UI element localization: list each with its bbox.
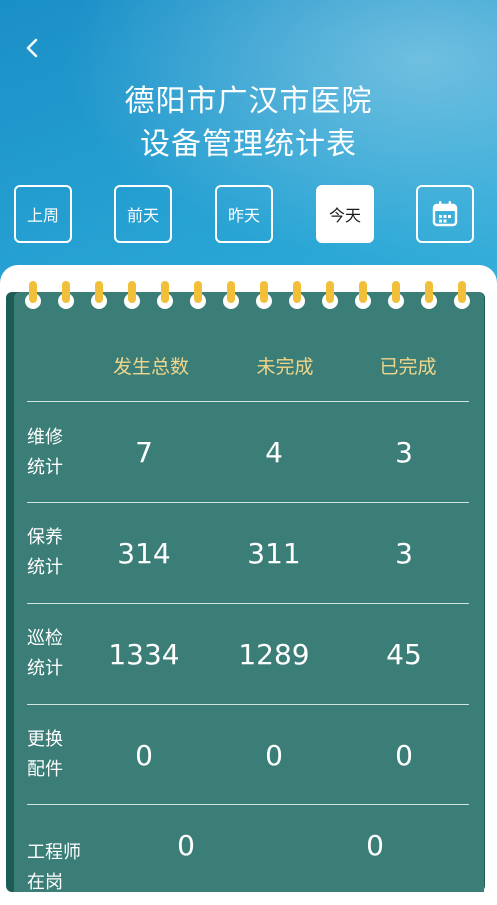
repair-total: 7: [135, 436, 153, 469]
spiral-ring: [289, 281, 305, 311]
row-label-parts: 更换 配件: [27, 725, 87, 785]
row-label-line: 在岗: [27, 872, 63, 893]
tab-yesterday[interactable]: 昨天: [215, 185, 273, 243]
row-label-line: 配件: [27, 759, 63, 780]
calendar-icon: [432, 201, 458, 227]
row-label-line: 保养: [27, 527, 63, 548]
spiral-ring: [223, 281, 239, 311]
row-label-engineer: 工程师 在岗: [27, 838, 87, 898]
row-label-line: 工程师: [27, 842, 81, 863]
spiral-ring: [388, 281, 404, 311]
repair-complete: 3: [395, 436, 413, 469]
inspection-incomplete: 1289: [238, 638, 310, 671]
inspection-complete: 45: [386, 638, 422, 671]
repair-incomplete: 4: [265, 436, 283, 469]
stats-card: [14, 292, 484, 892]
row-label-line: 统计: [27, 457, 63, 478]
engineer-value-b: 0: [366, 829, 384, 862]
maintenance-complete: 3: [395, 537, 413, 570]
column-header-total: 发生总数: [112, 356, 189, 378]
spiral-ring: [190, 281, 206, 311]
spiral-ring: [157, 281, 173, 311]
spiral-ring: [124, 281, 140, 311]
column-header-complete: 已完成: [379, 356, 437, 378]
column-header-incomplete: 未完成: [256, 356, 314, 378]
row-divider: [27, 502, 469, 503]
tab-last-week[interactable]: 上周: [14, 185, 72, 243]
maintenance-total: 314: [117, 537, 171, 570]
row-label-line: 统计: [27, 658, 63, 679]
row-label-maintenance: 保养 统计: [27, 523, 87, 583]
row-divider: [27, 804, 469, 805]
spiral-ring: [355, 281, 371, 311]
spiral-ring: [91, 281, 107, 311]
spiral-ring: [58, 281, 74, 311]
maintenance-incomplete: 311: [247, 537, 301, 570]
engineer-value-a: 0: [177, 829, 195, 862]
spiral-ring: [322, 281, 338, 311]
parts-total: 0: [135, 739, 153, 772]
row-label-line: 统计: [27, 557, 63, 578]
row-label-line: 巡检: [27, 628, 63, 649]
page-title-line1: 德阳市广汉市医院: [124, 84, 373, 119]
parts-incomplete: 0: [265, 739, 283, 772]
row-label-line: 更换: [27, 729, 63, 750]
row-label-inspection: 巡检 统计: [27, 624, 87, 684]
row-divider: [27, 401, 469, 402]
row-divider: [27, 704, 469, 705]
row-label-line: 维修: [27, 427, 63, 448]
spiral-ring: [25, 281, 41, 311]
spiral-ring: [256, 281, 272, 311]
row-label-repair: 维修 统计: [27, 423, 87, 483]
spiral-ring: [421, 281, 437, 311]
chevron-left-icon: [26, 38, 38, 58]
back-button[interactable]: [22, 34, 46, 64]
tab-today[interactable]: 今天: [316, 185, 374, 243]
parts-complete: 0: [395, 739, 413, 772]
row-divider: [27, 603, 469, 604]
calendar-button[interactable]: [416, 185, 474, 243]
spiral-ring: [454, 281, 470, 311]
tab-day-before-yesterday[interactable]: 前天: [114, 185, 172, 243]
page-title-line2: 设备管理统计表: [140, 127, 357, 162]
inspection-total: 1334: [108, 638, 180, 671]
